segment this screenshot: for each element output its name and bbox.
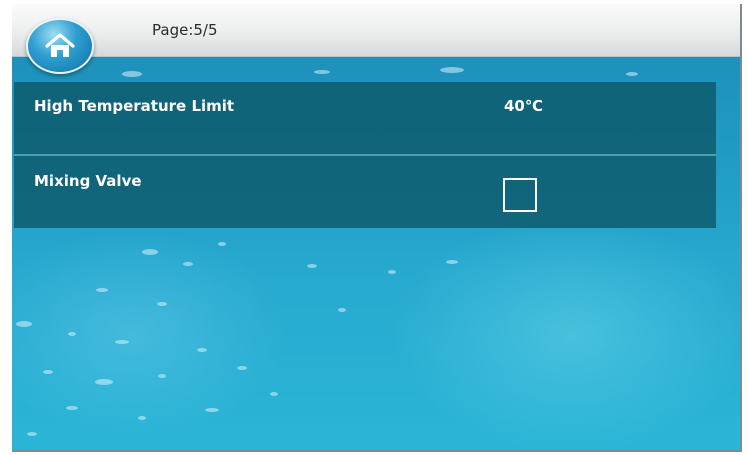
home-button[interactable]	[26, 18, 94, 74]
high-temperature-limit-value[interactable]: 40℃	[504, 97, 543, 115]
mixing-valve-checkbox[interactable]	[503, 178, 537, 212]
screen: Page:5/5 High Temperature Limit 40℃ Mixi…	[12, 4, 742, 452]
setting-row-high-temperature-limit[interactable]: High Temperature Limit 40℃	[14, 82, 716, 156]
mixing-valve-label: Mixing Valve	[34, 172, 142, 190]
settings-panel: High Temperature Limit 40℃ Mixing Valve	[14, 82, 716, 228]
setting-row-mixing-valve[interactable]: Mixing Valve	[14, 156, 716, 228]
top-bar: Page:5/5	[12, 4, 740, 57]
high-temperature-limit-label: High Temperature Limit	[34, 97, 235, 115]
home-icon	[45, 33, 75, 57]
page-indicator: Page:5/5	[152, 21, 218, 39]
